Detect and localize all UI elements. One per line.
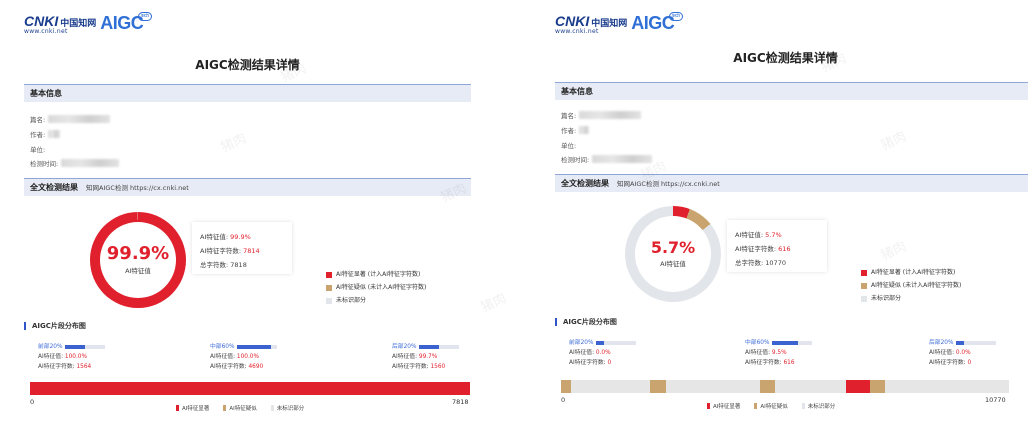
section-basic-info: 基本信息 <box>24 84 471 102</box>
bar-end-label: 10770 <box>985 396 1006 404</box>
redacted-value <box>579 111 642 119</box>
stat-ai-chars: AI特征字符数: 616 <box>735 245 791 253</box>
stats-box: AI特征值: 99.9% AI特征字符数: 7814 总字符数: 7818 <box>192 222 292 274</box>
section-basic-info: 基本信息 <box>555 82 1028 100</box>
redacted-value <box>48 130 61 138</box>
field-unit: 单位: <box>561 142 577 150</box>
legend-unmarked: 未标识部分 <box>326 294 426 307</box>
section-full-result: 全文检测结果 知网AIGC检测 https://cx.cnki.net <box>555 174 1028 192</box>
bar-start-label: 0 <box>30 398 35 406</box>
logo-brand: CNKI <box>555 13 590 29</box>
field-title: 篇名: <box>561 110 642 120</box>
bar-mark-suspected <box>561 380 571 393</box>
bar-mark-suspected <box>870 380 886 393</box>
ai-value-ring: 99.9% AI特征值 <box>90 212 186 308</box>
redacted-value <box>48 115 111 123</box>
redacted-value <box>61 159 120 167</box>
logo-brand: CNKI <box>24 13 59 29</box>
segment-front: 前部20% AI特征值: 0.0% AI特征字符数: 0 <box>569 338 637 368</box>
aigc-logo: AIGC tech <box>631 12 683 32</box>
segment-middle: 中部60% AI特征值: 9.5% AI特征字符数: 616 <box>745 338 813 368</box>
field-check-time: 检测时间: <box>30 158 120 168</box>
legend-significant: AI特征显著 (计入AI特征字符数) <box>326 268 426 281</box>
segment-front: 前部20% AI特征值: 100.0% AI特征字符数: 1564 <box>38 342 106 372</box>
field-title: 篇名: <box>30 114 111 124</box>
ring-caption: AI特征值 <box>660 260 686 268</box>
segment-back: 后部20% AI特征值: 0.0% AI特征字符数: 0 <box>929 338 997 368</box>
distribution-title: AIGC片段分布图 <box>555 318 617 326</box>
page-title: AIGC检测结果详情 <box>195 58 300 72</box>
redacted-value <box>592 155 653 163</box>
redacted-value <box>579 126 590 134</box>
field-unit: 单位: <box>30 146 46 154</box>
segment-middle: 中部60% AI特征值: 100.0% AI特征字符数: 4690 <box>210 342 278 372</box>
bar-mark-significant <box>845 380 871 393</box>
ring-percent: 99.9% <box>106 243 170 264</box>
bar-mark-significant <box>30 382 470 395</box>
distribution-bar <box>561 380 1009 393</box>
stat-ai-value: AI特征值: 5.7% <box>735 231 782 239</box>
stat-ai-value: AI特征值: 99.9% <box>200 233 251 241</box>
bar-legend: AI特征显著 AI特征疑似 未标识部分 <box>707 402 835 410</box>
bar-mark-suspected <box>650 380 666 393</box>
bar-end-label: 7818 <box>452 398 469 406</box>
bar-mark-suspected <box>759 380 776 393</box>
service-url: 知网AIGC检测 https://cx.cnki.net <box>617 180 720 188</box>
legend-significant: AI特征显著 (计入AI特征字符数) <box>861 266 961 279</box>
service-url: 知网AIGC检测 https://cx.cnki.net <box>86 184 189 192</box>
field-check-time: 检测时间: <box>561 154 653 164</box>
legend-suspected: AI特征疑似 (未计入AI特征字符数) <box>326 281 426 294</box>
field-author: 作者: <box>30 129 61 139</box>
aigc-tag: tech <box>669 12 683 21</box>
logo-url: www.cnki.net <box>24 28 68 35</box>
stat-ai-chars: AI特征字符数: 7814 <box>200 247 260 255</box>
bar-legend: AI特征显著 AI特征疑似 未标识部分 <box>176 404 304 412</box>
logo-url: www.cnki.net <box>555 28 599 35</box>
ring-caption: AI特征值 <box>125 267 151 275</box>
legend-suspected: AI特征疑似 (未计入AI特征字符数) <box>861 279 961 292</box>
report-right: CNKI 中国知网 www.cnki.net AIGC tech AIGC检测结果详… <box>535 6 1036 429</box>
bar-start-label: 0 <box>561 396 566 404</box>
page-title: AIGC检测结果详情 <box>733 51 838 65</box>
aigc-tag: tech <box>138 12 152 21</box>
report-left: CNKI 中国知网 www.cnki.net AIGC tech AIGC检测结果详… <box>0 0 495 429</box>
distribution-bar <box>30 382 470 395</box>
ring-legend: AI特征显著 (计入AI特征字符数) AI特征疑似 (未计入AI特征字符数) 未… <box>861 266 961 305</box>
segment-back: 后部20% AI特征值: 99.7% AI特征字符数: 1560 <box>392 342 460 372</box>
section-full-result: 全文检测结果 知网AIGC检测 https://cx.cnki.net <box>24 178 471 196</box>
ring-legend: AI特征显著 (计入AI特征字符数) AI特征疑似 (未计入AI特征字符数) 未… <box>326 268 426 307</box>
stats-box: AI特征值: 5.7% AI特征字符数: 616 总字符数: 10770 <box>727 220 827 272</box>
cnki-logo: CNKI 中国知网 www.cnki.net AIGC tech <box>24 12 152 35</box>
ai-value-ring: 5.7% AI特征值 <box>625 206 721 302</box>
legend-unmarked: 未标识部分 <box>861 292 961 305</box>
ring-percent: 5.7% <box>650 238 696 257</box>
stat-total-chars: 总字符数: 10770 <box>735 259 786 267</box>
stat-total-chars: 总字符数: 7818 <box>200 261 247 269</box>
cnki-logo: CNKI 中国知网 www.cnki.net AIGC tech <box>555 12 683 35</box>
distribution-title: AIGC片段分布图 <box>24 322 86 330</box>
aigc-logo: AIGC tech <box>100 12 152 32</box>
field-author: 作者: <box>561 125 590 135</box>
